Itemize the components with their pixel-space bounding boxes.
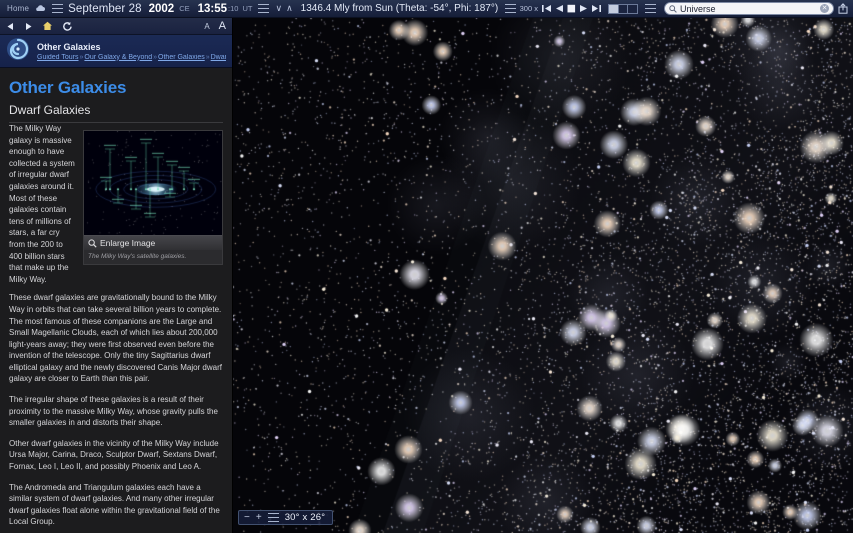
time-speed-display[interactable]: 300 x xyxy=(520,4,538,13)
date-menu-icon[interactable] xyxy=(52,4,68,13)
enlarge-image-button[interactable]: Enlarge Image xyxy=(84,235,222,250)
panel-layout-icon[interactable] xyxy=(608,4,638,14)
location-menu-icon[interactable] xyxy=(252,4,273,13)
sidebar-navigation-bar: A A xyxy=(0,18,232,35)
application-window: Home September 28 2002 CE 13:55 :10 UT ∨… xyxy=(0,0,853,533)
breadcrumb: Other Galaxies Guided Tours»Our Galaxy &… xyxy=(0,35,232,68)
breadcrumb-link-1[interactable]: Our Galaxy & Beyond xyxy=(84,54,152,61)
speed-menu-icon[interactable] xyxy=(505,4,516,13)
page-subtitle: Dwarf Galaxies xyxy=(9,103,223,123)
breadcrumb-separator: » xyxy=(80,54,84,61)
chevron-down-icon[interactable]: ∨ xyxy=(273,3,284,14)
figure-canvas xyxy=(84,131,222,235)
breadcrumb-text: Other Galaxies Guided Tours»Our Galaxy &… xyxy=(37,42,226,61)
breadcrumb-link-0[interactable]: Guided Tours xyxy=(37,54,79,61)
home-icon[interactable] xyxy=(42,21,53,31)
sky-view[interactable]: − + 30° x 26° xyxy=(233,18,853,533)
chevron-up-icon[interactable]: ∧ xyxy=(284,3,295,14)
search-field[interactable]: ✕ xyxy=(664,2,834,15)
fov-value: 30° x 26° xyxy=(285,512,326,523)
breadcrumb-link-2[interactable]: Other Galaxies xyxy=(158,54,205,61)
clear-icon[interactable]: ✕ xyxy=(820,4,829,13)
spiral-galaxy-icon xyxy=(6,37,30,66)
play-icon[interactable] xyxy=(580,4,588,13)
search-icon xyxy=(669,5,677,13)
enlarge-image-label: Enlarge Image xyxy=(100,238,155,248)
timezone-display[interactable]: UT xyxy=(242,4,252,13)
breadcrumb-separator: » xyxy=(153,54,157,61)
location-display[interactable]: 1346.4 Mly from Sun (Theta: -54°, Phi: 1… xyxy=(301,3,499,14)
article-paragraph: The Andromeda and Triangulum galaxies ea… xyxy=(9,482,223,528)
figure-caption: The Milky Way's satellite galaxies. xyxy=(84,250,222,264)
satellite-galaxies-diagram[interactable] xyxy=(84,131,222,235)
text-larger-button[interactable]: A xyxy=(219,20,226,32)
article-paragraph: The irregular shape of these galaxies is… xyxy=(9,394,223,429)
article-paragraph: These dwarf galaxies are gravitationally… xyxy=(9,292,223,385)
transport-controls xyxy=(542,4,601,13)
breadcrumb-path[interactable]: Guided Tours»Our Galaxy & Beyond»Other G… xyxy=(37,54,226,61)
era-display: CE xyxy=(179,4,189,13)
main-toolbar: Home September 28 2002 CE 13:55 :10 UT ∨… xyxy=(0,0,853,18)
home-button[interactable]: Home xyxy=(0,4,35,13)
text-smaller-button[interactable]: A xyxy=(204,22,209,31)
date-display[interactable]: September 28 xyxy=(68,3,141,15)
page-title: Other Galaxies xyxy=(9,78,223,98)
share-icon[interactable] xyxy=(838,3,848,14)
search-input[interactable] xyxy=(680,4,817,14)
stop-icon[interactable] xyxy=(567,4,576,13)
info-sidebar: A A Other Galaxies Guided Tours»Our Gala… xyxy=(0,18,233,533)
breadcrumb-title: Other Galaxies xyxy=(37,42,226,52)
skip-back-icon[interactable] xyxy=(542,4,551,13)
layout-menu-icon[interactable] xyxy=(645,4,656,13)
article-figure: Enlarge Image The Milky Way's satellite … xyxy=(83,130,223,265)
back-arrow-icon[interactable] xyxy=(6,22,15,31)
plus-icon[interactable]: + xyxy=(256,513,262,523)
cloud-icon[interactable] xyxy=(35,4,52,13)
time-display[interactable]: 13:55 xyxy=(198,3,227,15)
refresh-icon[interactable] xyxy=(62,21,73,32)
article-paragraph: Other dwarf galaxies in the vicinity of … xyxy=(9,438,223,473)
year-display[interactable]: 2002 xyxy=(149,3,175,15)
starfield-canvas[interactable] xyxy=(233,18,853,533)
breadcrumb-separator: » xyxy=(206,54,210,61)
skip-forward-icon[interactable] xyxy=(592,4,601,13)
fov-menu-icon[interactable] xyxy=(268,513,279,522)
magnifier-icon xyxy=(88,239,97,248)
breadcrumb-link-3[interactable]: Dwarf galaxies xyxy=(211,54,226,61)
seconds-display: :10 xyxy=(228,4,238,13)
rewind-icon[interactable] xyxy=(555,4,563,13)
article-body[interactable]: Other Galaxies Dwarf Galaxies Enlarge Im… xyxy=(0,68,232,533)
forward-arrow-icon[interactable] xyxy=(24,22,33,31)
field-of-view-bar: − + 30° x 26° xyxy=(238,510,333,525)
content-area: A A Other Galaxies Guided Tours»Our Gala… xyxy=(0,18,853,533)
minus-icon[interactable]: − xyxy=(244,513,250,523)
